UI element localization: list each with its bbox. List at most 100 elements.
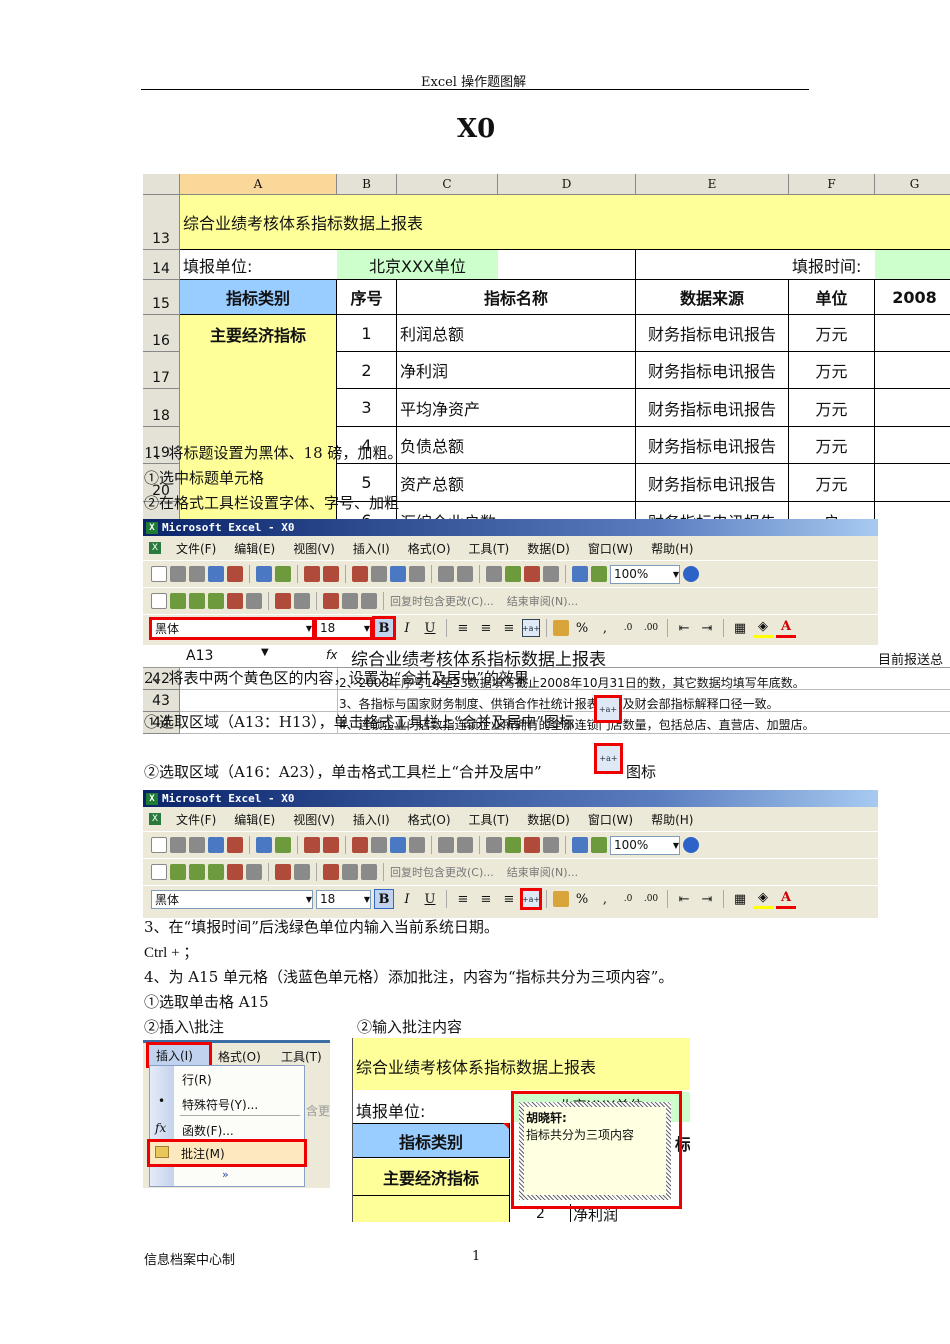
menu-tools[interactable]: 工具(T) [281,1048,322,1065]
menu-item-row[interactable]: 行(R) [182,1071,212,1088]
menu-item-comment[interactable]: 批注(M) [147,1139,307,1167]
print-icon[interactable] [256,837,272,853]
cell-unit[interactable]: 万元 [789,352,875,389]
menu-item[interactable]: 工具(T) [460,540,519,557]
zoom-select[interactable]: 100% ▼ [610,835,680,855]
merge-center-button[interactable]: +a+ [520,888,542,910]
menu-item-special-symbol[interactable]: 特殊符号(Y)... [182,1096,258,1113]
cut-icon[interactable] [352,837,368,853]
preview-icon[interactable] [275,837,291,853]
row-header-13[interactable]: 13 [143,195,180,250]
percent-button[interactable]: % [572,618,592,638]
cell-d14[interactable] [498,250,636,280]
menu-item[interactable]: 视图(V) [284,811,344,828]
menu-item[interactable]: 窗口(W) [579,540,642,557]
cell-name[interactable]: 利润总额 [397,315,636,352]
reviewing-pane-icon[interactable] [342,593,358,609]
col-header-b[interactable]: B [337,174,397,195]
drawing-icon[interactable] [591,566,607,582]
decrease-indent-icon[interactable]: ⇤ [674,618,694,638]
header-category[interactable]: 指标类别 [353,1123,510,1158]
cell-e14[interactable] [636,250,789,280]
menu-item[interactable]: 帮助(H) [642,811,702,828]
menu-item[interactable]: 数据(D) [518,540,579,557]
size-select[interactable]: 18 ▼ [314,616,373,640]
hyperlink-icon[interactable] [486,837,502,853]
menu-item[interactable]: 数据(D) [518,811,579,828]
cell-seq[interactable]: 1 [337,315,397,352]
row-header-18[interactable]: 18 [143,389,180,427]
menu-item[interactable]: 视图(V) [284,540,344,557]
percent-button[interactable]: % [572,889,592,909]
permission-icon[interactable] [208,566,224,582]
delete-comment-icon[interactable] [246,593,262,609]
workbook-icon[interactable]: X [149,542,161,554]
font-select[interactable]: 黑体 ▼ [149,616,315,640]
open-icon[interactable] [170,566,186,582]
ink-erase-icon[interactable] [294,864,310,880]
cell-source[interactable]: 财务指标电讯报告 [636,427,789,464]
cell-unit[interactable]: 万元 [789,427,875,464]
align-right-icon[interactable]: ≡ [499,618,519,638]
cell-value[interactable] [875,389,950,427]
menu-item[interactable]: 插入(I) [344,811,399,828]
sort-asc-icon[interactable] [524,837,540,853]
cut-icon[interactable] [352,566,368,582]
copy-icon[interactable] [371,837,387,853]
undo-icon[interactable] [438,837,454,853]
menu-item[interactable]: 文件(F) [167,540,225,557]
cell-source[interactable]: 财务指标电讯报告 [636,464,789,502]
show-comment-icon[interactable] [208,593,224,609]
fill-unit-label[interactable]: 填报单位: [180,250,337,280]
increase-indent-icon[interactable]: ⇥ [697,889,717,909]
zoom-select[interactable]: 100% ▼ [610,564,680,584]
header-2008[interactable]: 2008 [875,280,950,315]
bold-button[interactable]: B [372,616,396,640]
increase-decimal-icon[interactable]: .0 [618,889,638,909]
fill-unit-value[interactable]: 北京XXX单位 [337,250,498,280]
align-left-icon[interactable]: ≡ [453,618,473,638]
cell-value[interactable] [875,427,950,464]
italic-button[interactable]: I [397,618,417,638]
track-changes-icon[interactable] [323,864,339,880]
chart-icon[interactable] [572,837,588,853]
spelling-icon[interactable] [304,837,320,853]
cell-value[interactable] [875,352,950,389]
save-icon[interactable] [189,837,205,853]
redo-icon[interactable] [457,837,473,853]
expand-chevron-icon[interactable]: » [222,1168,229,1181]
show-all-icon[interactable] [227,593,243,609]
cell-unit[interactable]: 万元 [789,389,875,427]
italic-button[interactable]: I [397,889,417,909]
header-unit[interactable]: 单位 [789,280,875,315]
paste-icon[interactable] [390,837,406,853]
col-header-d[interactable]: D [498,174,636,195]
col-header-a[interactable]: A [180,174,337,195]
menu-item[interactable]: 编辑(E) [225,811,284,828]
row-header-15[interactable]: 15 [143,280,180,315]
header-category[interactable]: 指标类别 [180,280,337,315]
fill-time-label[interactable]: 填报时间: [789,250,875,280]
decrease-decimal-icon[interactable]: .00 [641,618,661,638]
underline-button[interactable]: U [420,618,440,638]
cell-name[interactable]: 平均净资产 [397,389,636,427]
save-icon[interactable] [189,566,205,582]
help-icon[interactable] [683,837,699,853]
redo-icon[interactable] [457,566,473,582]
new-icon[interactable] [151,566,167,582]
end-review-button[interactable]: 结束审阅(N)... [507,864,578,880]
fill-time-value[interactable] [875,250,950,280]
decrease-decimal-icon[interactable]: .00 [641,889,661,909]
merge-center-button[interactable]: +a+ [522,619,540,637]
row-header-16[interactable]: 16 [143,315,180,352]
menu-item[interactable]: 工具(T) [460,811,519,828]
next-comment-icon[interactable] [189,593,205,609]
increase-indent-icon[interactable]: ⇥ [697,618,717,638]
row-header-14[interactable]: 14 [143,250,180,280]
sort-desc-icon[interactable] [543,566,559,582]
ink-icon[interactable] [275,864,291,880]
sort-desc-icon[interactable] [543,837,559,853]
name-box[interactable]: A13 [186,648,213,664]
cell-seq[interactable]: 2 [337,352,397,389]
end-review-button[interactable]: 结束审阅(N)... [507,593,578,609]
